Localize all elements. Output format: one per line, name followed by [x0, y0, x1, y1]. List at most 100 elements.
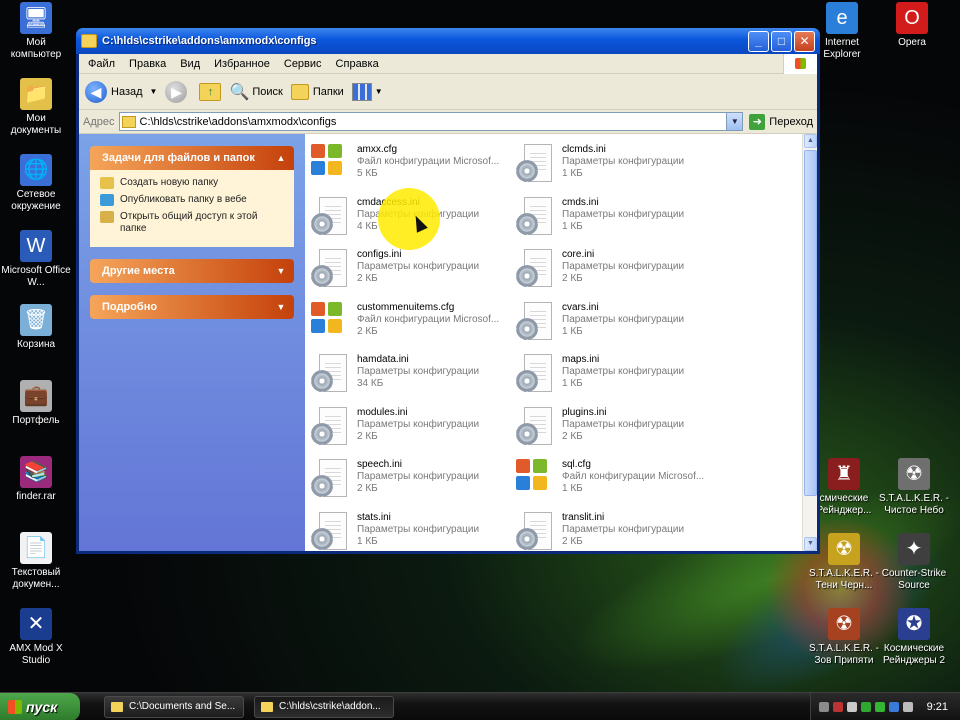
folders-icon	[290, 83, 309, 100]
file-type: Параметры конфигурации	[357, 471, 480, 482]
file-item[interactable]: clcmds.ini Параметры конфигурации 1 КБ	[512, 140, 717, 193]
folder-icon	[121, 115, 136, 128]
file-item[interactable]: modules.ini Параметры конфигурации 2 КБ	[307, 403, 512, 456]
menu-view[interactable]: Вид	[173, 58, 207, 70]
scroll-thumb[interactable]	[804, 150, 817, 496]
file-size: 1 КБ	[562, 378, 583, 389]
file-item[interactable]: stats.ini Параметры конфигурации 1 КБ	[307, 508, 512, 552]
tray-icon[interactable]	[875, 701, 885, 712]
up-folder-button[interactable]: ↑	[199, 82, 222, 101]
file-item[interactable]: configs.ini Параметры конфигурации 2 КБ	[307, 245, 512, 298]
desktop-icon[interactable]: 🌐 Сетевое окружение	[0, 154, 72, 213]
desktop-icon-label: Текстовый докумен...	[11, 567, 61, 590]
desktop-icon[interactable]: 📚 finder.rar	[0, 456, 72, 503]
file-item[interactable]: speech.ini Параметры конфигурации 2 КБ	[307, 455, 512, 508]
go-button[interactable]: ➜ Переход	[749, 113, 813, 130]
tray-icon[interactable]	[847, 701, 857, 712]
file-tasks-header[interactable]: Задачи для файлов и папок ▲	[90, 146, 294, 170]
scroll-up-button[interactable]: ▲	[804, 134, 817, 148]
title-bar[interactable]: C:\hlds\cstrike\addons\amxmodx\configs _…	[76, 28, 820, 54]
file-item[interactable]: maps.ini Параметры конфигурации 1 КБ	[512, 350, 717, 403]
back-dropdown-icon[interactable]: ▼	[150, 87, 158, 96]
file-grid: amxx.cfg Файл конфигурации Microsof... 5 К…	[307, 140, 817, 551]
file-item[interactable]: cvars.ini Параметры конфигурации 1 КБ	[512, 298, 717, 351]
tray-icon[interactable]	[833, 701, 843, 712]
ini-settings-file-icon	[512, 140, 558, 186]
windows-flag-icon	[8, 699, 22, 714]
desktop-icon[interactable]: ☢ S.T.A.L.K.E.R. - Чистое Небо	[878, 458, 950, 517]
file-item[interactable]: plugins.ini Параметры конфигурации 2 КБ	[512, 403, 717, 456]
menu-help[interactable]: Справка	[329, 58, 386, 70]
expand-chevron-icon[interactable]: ▼	[274, 266, 288, 276]
ini-settings-file-icon	[307, 245, 353, 291]
file-task-link[interactable]: Открыть общий доступ к этой папке	[100, 211, 284, 235]
desktop-icon[interactable]: 🗑 Корзина	[0, 304, 72, 351]
start-label: пуск	[26, 698, 58, 715]
desktop-icon[interactable]: 📁 Мои документы	[0, 78, 72, 137]
file-size: 5 КБ	[357, 168, 378, 179]
folders-button[interactable]: Папки	[290, 83, 344, 100]
file-item[interactable]: amxx.cfg Файл конфигурации Microsof... 5 К…	[307, 140, 512, 193]
vertical-scrollbar[interactable]: ▲ ▼	[802, 134, 817, 551]
desktop-icon[interactable]: ✦ Counter-Strike Source	[878, 533, 950, 592]
search-button[interactable]: 🔍 Поиск	[229, 82, 282, 102]
collapse-chevron-icon[interactable]: ▲	[274, 153, 288, 163]
file-name: plugins.ini	[562, 406, 607, 418]
opera-icon: O	[896, 2, 928, 34]
file-item[interactable]: translit.ini Параметры конфигурации 2 КБ	[512, 508, 717, 552]
other-places-header[interactable]: Другие места ▼	[90, 259, 294, 283]
views-button[interactable]: ▼	[351, 82, 383, 101]
new-folder-icon	[100, 177, 114, 189]
file-item[interactable]: hamdata.ini Параметры конфигурации 34 КБ	[307, 350, 512, 403]
file-type: Параметры конфигурации	[562, 523, 685, 535]
tray-icon[interactable]	[889, 701, 899, 712]
file-size: 2 КБ	[357, 273, 378, 284]
file-name: maps.ini	[562, 354, 600, 365]
start-button[interactable]: пуск	[0, 692, 80, 720]
file-info: clcmds.ini Параметры конфигурации 1 КБ	[562, 140, 684, 180]
close-button[interactable]: ✕	[794, 30, 815, 52]
maximize-button[interactable]: □	[771, 30, 792, 52]
tray-icon[interactable]	[819, 701, 829, 712]
menu-tools[interactable]: Сервис	[277, 58, 329, 70]
scroll-down-button[interactable]: ▼	[804, 537, 817, 551]
file-size: 1 КБ	[562, 483, 583, 494]
desktop-icon[interactable]: ✕ AMX Mod X Studio	[0, 608, 72, 667]
menu-edit[interactable]: Правка	[122, 58, 173, 70]
file-info: speech.ini Параметры конфигурации 2 КБ	[357, 455, 479, 495]
file-item[interactable]: cmds.ini Параметры конфигурации 1 КБ	[512, 193, 717, 246]
ini-settings-file-icon	[512, 403, 558, 449]
minimize-button[interactable]: _	[748, 30, 769, 52]
file-size: 2 КБ	[562, 535, 583, 547]
file-item[interactable]: sql.cfg Файл конфигурации Microsof... 1 КБ	[512, 455, 717, 508]
file-item[interactable]: custommenuitems.cfg Файл конфигурации Mic…	[307, 298, 512, 351]
menu-bar: Файл Правка Вид Избранное Сервис Справка	[79, 54, 817, 74]
tray-icon[interactable]	[903, 701, 913, 712]
address-dropdown-icon[interactable]: ▼	[726, 113, 743, 130]
forward-button[interactable]: ▶	[165, 80, 191, 103]
file-size: 1 КБ	[562, 220, 583, 232]
tray-icon[interactable]	[861, 701, 871, 712]
menu-favorites[interactable]: Избранное	[207, 58, 277, 70]
desktop-icon[interactable]: 💼 Портфель	[0, 380, 72, 427]
ini-settings-file-icon	[307, 350, 353, 396]
desktop-icon[interactable]: ☢ S.T.A.L.K.E.R. - Зов Припяти	[808, 608, 880, 667]
back-button[interactable]: ◀ Назад ▼	[85, 80, 158, 103]
file-task-link[interactable]: Создать новую папку	[100, 177, 284, 189]
details-header[interactable]: Подробно ▼	[90, 295, 294, 319]
address-field[interactable]: C:\hlds\cstrike\addons\amxmodx\configs ▼	[118, 112, 744, 131]
taskbar-item-configs[interactable]: C:\hlds\cstrike\addon...	[254, 695, 394, 718]
taskbar-item-documents[interactable]: C:\Documents and Se...	[104, 695, 244, 718]
file-item[interactable]: core.ini Параметры конфигурации 2 КБ	[512, 245, 717, 298]
desktop-icon[interactable]: ✪ Космические Рейнджеры 2	[878, 608, 950, 667]
views-dropdown-icon: ▼	[374, 87, 383, 96]
desktop-icon[interactable]: O Opera	[876, 2, 948, 49]
expand-chevron-icon[interactable]: ▼	[274, 302, 288, 312]
desktop-icon[interactable]: 🖥 Мой компьютер	[0, 2, 72, 61]
office-config-file-icon	[307, 140, 353, 186]
desktop-icon[interactable]: W Microsoft Office W...	[0, 230, 72, 289]
file-task-link[interactable]: Опубликовать папку в вебе	[100, 194, 284, 206]
menu-file[interactable]: Файл	[81, 58, 122, 70]
file-type: Файл конфигурации Microsof...	[562, 471, 705, 482]
desktop-icon[interactable]: 📄 Текстовый докумен...	[0, 532, 72, 591]
